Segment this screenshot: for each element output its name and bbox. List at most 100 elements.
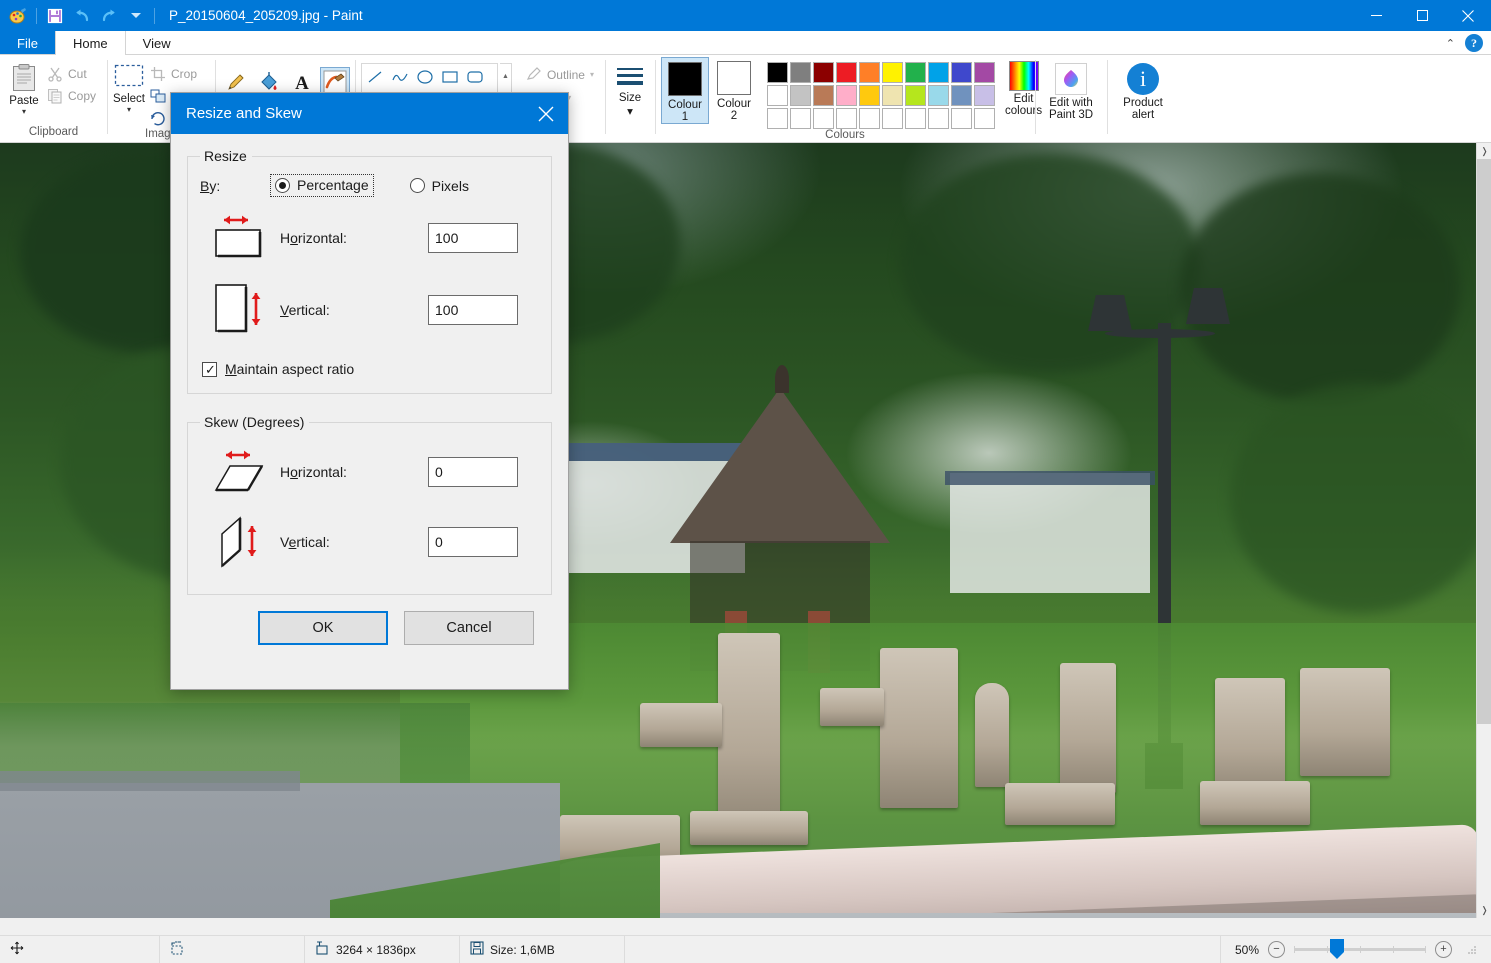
palette-swatch[interactable] <box>928 62 949 83</box>
dialog-close-button[interactable] <box>523 93 568 134</box>
outline-label: Outline <box>547 68 585 82</box>
radio-percentage[interactable]: Percentage <box>270 174 374 197</box>
oval-shape[interactable] <box>412 64 437 90</box>
select-caret[interactable]: ▾ <box>127 106 131 113</box>
palette-swatch[interactable] <box>974 85 995 106</box>
palette-swatch[interactable] <box>859 62 880 83</box>
copy-button[interactable]: Copy <box>44 86 101 106</box>
tab-home[interactable]: Home <box>55 31 126 55</box>
palette-swatch[interactable] <box>974 62 995 83</box>
rounded-rectangle-shape[interactable] <box>462 64 487 90</box>
resize-horizontal-input[interactable] <box>428 223 518 253</box>
quick-access-toolbar <box>0 4 159 28</box>
undo-icon[interactable] <box>69 4 95 28</box>
palette-swatch[interactable] <box>905 62 926 83</box>
palette-swatch[interactable] <box>928 108 949 129</box>
radio-percentage-button[interactable] <box>275 178 290 193</box>
scroll-up-icon[interactable]: ❭ <box>1477 143 1491 159</box>
shapes-scroll-up-icon[interactable]: ▲ <box>500 64 511 89</box>
product-alert-button[interactable]: i Product alert <box>1113 59 1173 121</box>
palette-swatch[interactable] <box>859 85 880 106</box>
image-size-value: 3264 × 1836px <box>336 943 416 957</box>
outline-button[interactable]: Outline ▾ <box>522 64 599 85</box>
redo-icon[interactable] <box>96 4 122 28</box>
close-button[interactable] <box>1445 0 1491 31</box>
palette-swatch[interactable] <box>951 62 972 83</box>
resize-grip-icon[interactable] <box>1465 943 1479 957</box>
line-shape[interactable] <box>362 64 387 90</box>
help-icon[interactable]: ? <box>1465 34 1483 52</box>
collapse-ribbon-icon[interactable]: ⌃ <box>1442 37 1459 50</box>
size-caret[interactable]: ▾ <box>627 104 633 118</box>
maintain-aspect-ratio-row[interactable]: ✓ Maintain aspect ratio <box>200 361 539 377</box>
palette-swatch[interactable] <box>905 108 926 129</box>
palette-swatch[interactable] <box>767 85 788 106</box>
stone-monument <box>975 683 1009 787</box>
cancel-button[interactable]: Cancel <box>404 611 534 645</box>
palette-swatch[interactable] <box>836 62 857 83</box>
colour-palette <box>767 57 995 129</box>
outline-caret[interactable]: ▾ <box>590 70 594 79</box>
palette-swatch[interactable] <box>951 85 972 106</box>
customize-quick-access-icon[interactable] <box>123 4 149 28</box>
colour-2-button[interactable]: Colour 2 <box>711 57 757 122</box>
palette-swatch[interactable] <box>974 108 995 129</box>
scroll-down-icon[interactable]: ❭ <box>1477 902 1491 918</box>
paste-button[interactable]: Paste ▾ <box>6 59 42 115</box>
radio-pixels-button[interactable] <box>410 178 425 193</box>
skew-vertical-input[interactable] <box>428 527 518 557</box>
zoom-out-button[interactable]: − <box>1268 941 1285 958</box>
palette-swatch[interactable] <box>905 85 926 106</box>
edit-with-paint-3d-button[interactable]: Edit with Paint 3D <box>1041 59 1101 121</box>
palette-swatch[interactable] <box>859 108 880 129</box>
crop-button[interactable]: Crop <box>147 64 213 84</box>
colour-2-swatch[interactable] <box>717 61 751 95</box>
palette-swatch[interactable] <box>882 85 903 106</box>
curve-shape[interactable] <box>387 64 412 90</box>
rectangle-shape[interactable] <box>437 64 462 90</box>
maintain-aspect-ratio-checkbox[interactable]: ✓ <box>202 362 217 377</box>
palette-swatch[interactable] <box>813 62 834 83</box>
tab-view[interactable]: View <box>126 31 188 55</box>
zoom-slider-track[interactable] <box>1294 948 1426 951</box>
ok-button[interactable]: OK <box>258 611 388 645</box>
minimize-button[interactable] <box>1353 0 1399 31</box>
palette-swatch[interactable] <box>882 62 903 83</box>
cut-label: Cut <box>68 67 87 81</box>
resize-vertical-row: Vertical: <box>200 279 539 341</box>
palette-swatch[interactable] <box>928 85 949 106</box>
skew-horizontal-input[interactable] <box>428 457 518 487</box>
paste-caret[interactable]: ▾ <box>22 108 26 115</box>
palette-swatch[interactable] <box>767 62 788 83</box>
palette-swatch[interactable] <box>767 108 788 129</box>
select-button[interactable]: Select ▾ <box>113 59 145 113</box>
size-button[interactable]: Size ▾ <box>611 59 649 118</box>
zoom-in-button[interactable]: + <box>1435 941 1452 958</box>
ribbon-group-colours: Colour 1 Colour 2 <box>655 55 1035 142</box>
palette-swatch[interactable] <box>951 108 972 129</box>
cut-button[interactable]: Cut <box>44 64 101 84</box>
palette-swatch[interactable] <box>790 108 811 129</box>
resize-vertical-input[interactable] <box>428 295 518 325</box>
window-controls <box>1353 0 1491 31</box>
colour-1-swatch[interactable] <box>668 62 702 96</box>
vertical-scrollbar[interactable]: ❭ ❭ <box>1476 143 1491 918</box>
palette-swatch[interactable] <box>836 108 857 129</box>
skew-horizontal-icon <box>200 446 280 498</box>
palette-swatch[interactable] <box>790 62 811 83</box>
tab-file[interactable]: File <box>0 31 55 55</box>
maximize-button[interactable] <box>1399 0 1445 31</box>
colour-1-button[interactable]: Colour 1 <box>661 57 709 124</box>
palette-swatch[interactable] <box>882 108 903 129</box>
paint-palette-icon[interactable] <box>5 4 31 28</box>
qat-separator-2 <box>154 8 155 24</box>
palette-swatch[interactable] <box>790 85 811 106</box>
radio-pixels[interactable]: Pixels <box>410 178 469 194</box>
palette-swatch[interactable] <box>836 85 857 106</box>
palette-swatch[interactable] <box>813 108 834 129</box>
vertical-scroll-track[interactable] <box>1477 159 1491 902</box>
vertical-scroll-thumb[interactable] <box>1477 159 1491 724</box>
zoom-slider-thumb[interactable] <box>1330 939 1344 959</box>
palette-swatch[interactable] <box>813 85 834 106</box>
save-icon[interactable] <box>42 4 68 28</box>
